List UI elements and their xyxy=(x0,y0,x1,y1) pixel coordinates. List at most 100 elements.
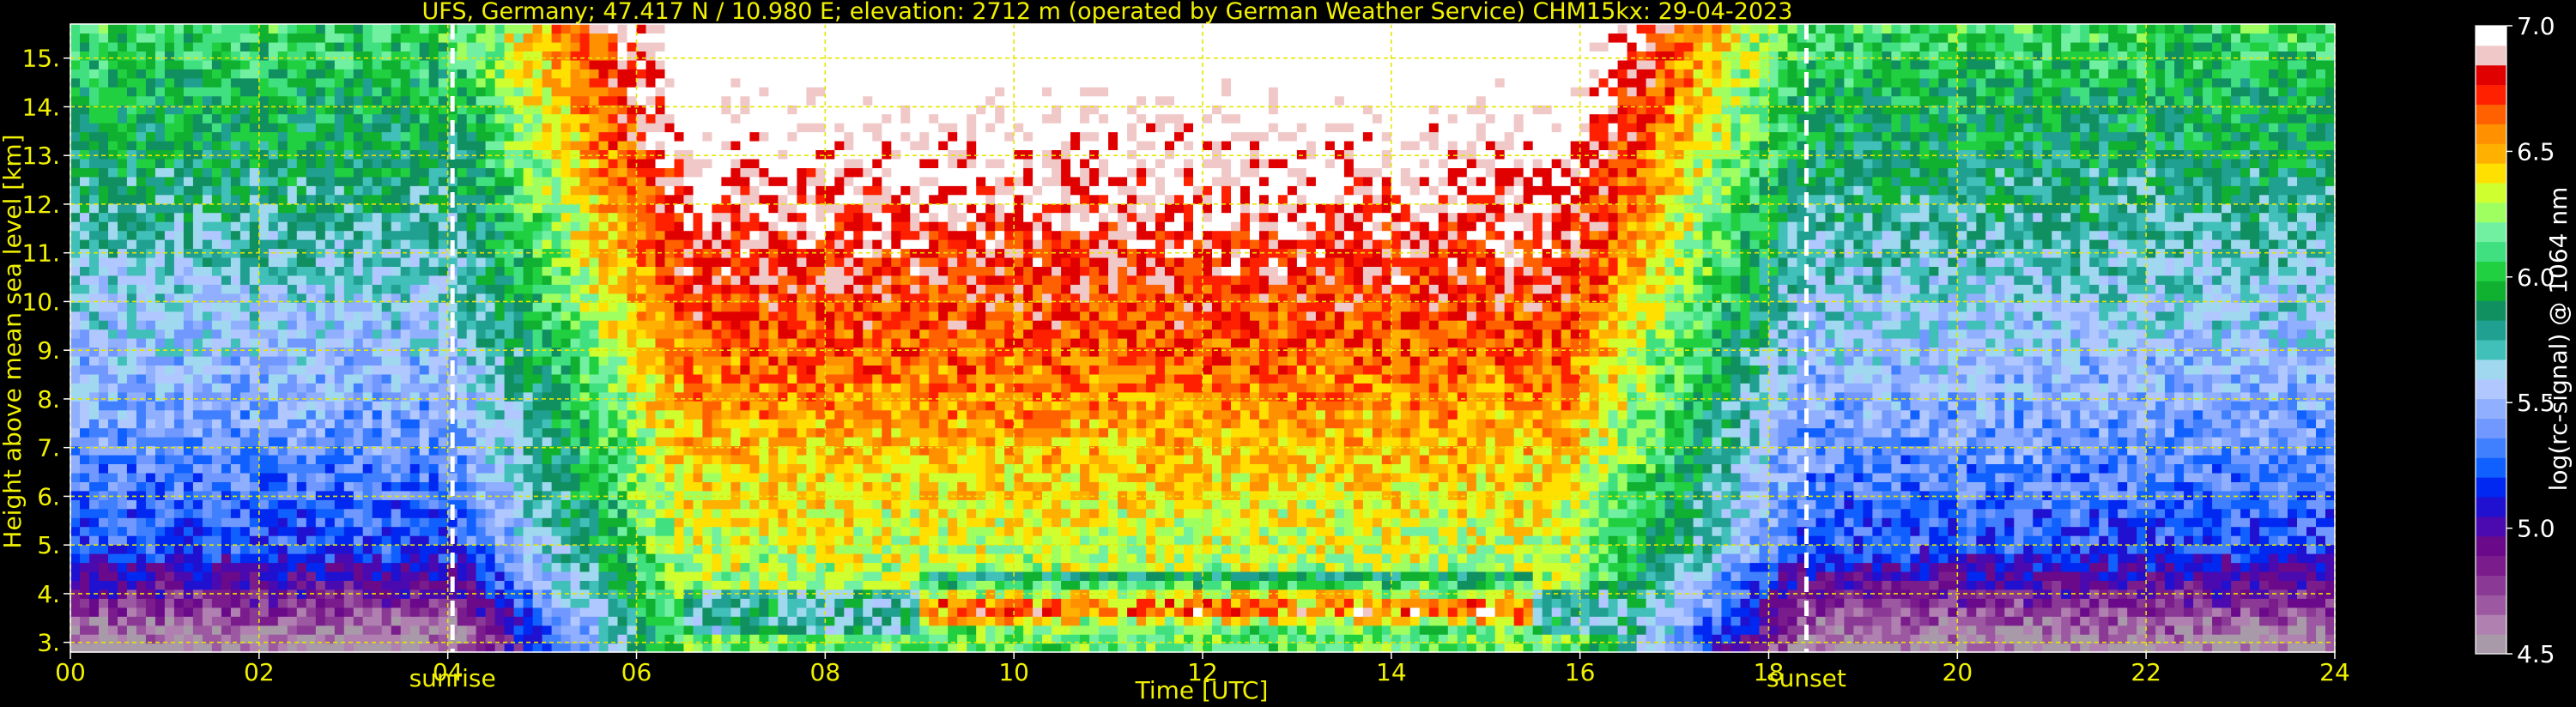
heat-cell xyxy=(627,221,638,232)
heat-cell xyxy=(315,437,326,447)
heat-cell xyxy=(136,562,147,572)
heat-cell xyxy=(494,194,506,204)
heat-cell xyxy=(381,383,392,393)
heat-cell xyxy=(381,391,392,402)
heat-cell xyxy=(721,490,731,500)
heat-cell xyxy=(504,409,515,420)
heat-cell xyxy=(400,167,411,178)
heat-cell xyxy=(70,41,81,51)
heat-cell xyxy=(730,508,741,518)
heat-cell xyxy=(155,140,166,150)
heat-cell xyxy=(400,212,411,222)
heat-cell xyxy=(118,526,128,536)
heat-cell xyxy=(353,481,364,492)
heat-cell xyxy=(674,571,685,581)
heat-cell xyxy=(523,221,534,232)
heat-cell xyxy=(80,51,90,61)
heat-cell xyxy=(192,625,203,635)
heat-cell xyxy=(664,212,676,222)
heat-cell xyxy=(419,284,430,294)
heat-cell xyxy=(702,176,712,186)
heat-cell xyxy=(315,167,326,178)
heat-cell xyxy=(306,131,317,142)
heat-cell xyxy=(70,203,81,214)
heat-cell xyxy=(89,463,100,474)
heat-cell xyxy=(542,311,553,321)
heat-cell xyxy=(513,113,524,124)
heat-cell xyxy=(636,419,647,429)
heat-cell xyxy=(287,454,298,464)
heat-cell xyxy=(277,580,288,590)
heat-cell xyxy=(646,284,657,294)
heat-cell xyxy=(221,463,232,474)
heat-cell xyxy=(702,329,712,339)
heat-cell xyxy=(381,69,392,79)
heat-cell xyxy=(183,499,194,510)
heat-cell xyxy=(239,535,251,546)
heat-cell xyxy=(419,508,430,518)
heat-cell xyxy=(504,580,515,590)
heat-cell xyxy=(334,544,345,554)
heat-cell xyxy=(249,355,260,366)
heat-cell xyxy=(730,643,741,653)
heat-cell xyxy=(598,508,609,518)
heat-cell xyxy=(513,41,524,51)
heat-cell xyxy=(409,616,421,626)
heat-cell xyxy=(126,499,137,510)
heat-cell xyxy=(145,463,156,474)
heat-cell xyxy=(99,355,109,366)
heat-cell xyxy=(608,544,619,554)
heat-cell xyxy=(126,131,137,142)
heat-cell xyxy=(646,373,657,384)
heat-cell xyxy=(258,77,270,88)
heat-cell xyxy=(80,643,90,653)
heat-cell xyxy=(655,427,666,438)
heat-cell xyxy=(99,51,109,61)
heat-cell xyxy=(693,95,704,106)
heat-cell xyxy=(466,33,477,43)
heat-cell xyxy=(99,427,109,438)
heat-cell xyxy=(89,266,100,276)
heat-cell xyxy=(457,437,468,447)
heat-cell xyxy=(145,383,156,393)
heat-cell xyxy=(636,437,647,447)
heat-cell xyxy=(362,437,373,447)
heat-cell xyxy=(118,409,128,420)
heat-cell xyxy=(391,571,402,581)
heat-cell xyxy=(476,373,487,384)
heat-cell xyxy=(391,472,402,482)
heat-cell xyxy=(551,508,562,518)
heat-cell xyxy=(343,616,355,626)
heat-cell xyxy=(551,535,562,546)
heat-cell xyxy=(118,24,128,34)
heat-cell xyxy=(513,230,524,240)
heat-cell xyxy=(419,562,430,572)
heat-cell xyxy=(504,329,515,339)
heat-cell xyxy=(655,24,666,34)
heat-cell xyxy=(683,123,694,133)
heat-cell xyxy=(343,607,355,617)
heat-cell xyxy=(627,176,638,186)
heat-cell xyxy=(608,266,619,276)
heat-cell xyxy=(438,481,449,492)
heat-cell xyxy=(551,616,562,626)
heat-cell xyxy=(712,230,722,240)
heat-cell xyxy=(287,239,298,250)
heat-cell xyxy=(721,194,731,204)
heat-cell xyxy=(457,643,468,653)
heat-cell xyxy=(249,87,260,97)
heat-cell xyxy=(655,284,666,294)
heat-cell xyxy=(702,616,712,626)
heat-cell xyxy=(221,383,232,393)
heat-cell xyxy=(476,463,487,474)
heat-cell xyxy=(702,472,712,482)
heat-cell xyxy=(324,499,336,510)
heat-cell xyxy=(655,553,666,564)
heat-cell xyxy=(296,562,307,572)
heat-cell xyxy=(513,284,524,294)
heat-cell xyxy=(532,302,543,312)
heat-cell xyxy=(315,508,326,518)
heat-cell xyxy=(674,149,685,160)
heat-cell xyxy=(202,41,213,51)
heat-cell xyxy=(258,490,270,500)
